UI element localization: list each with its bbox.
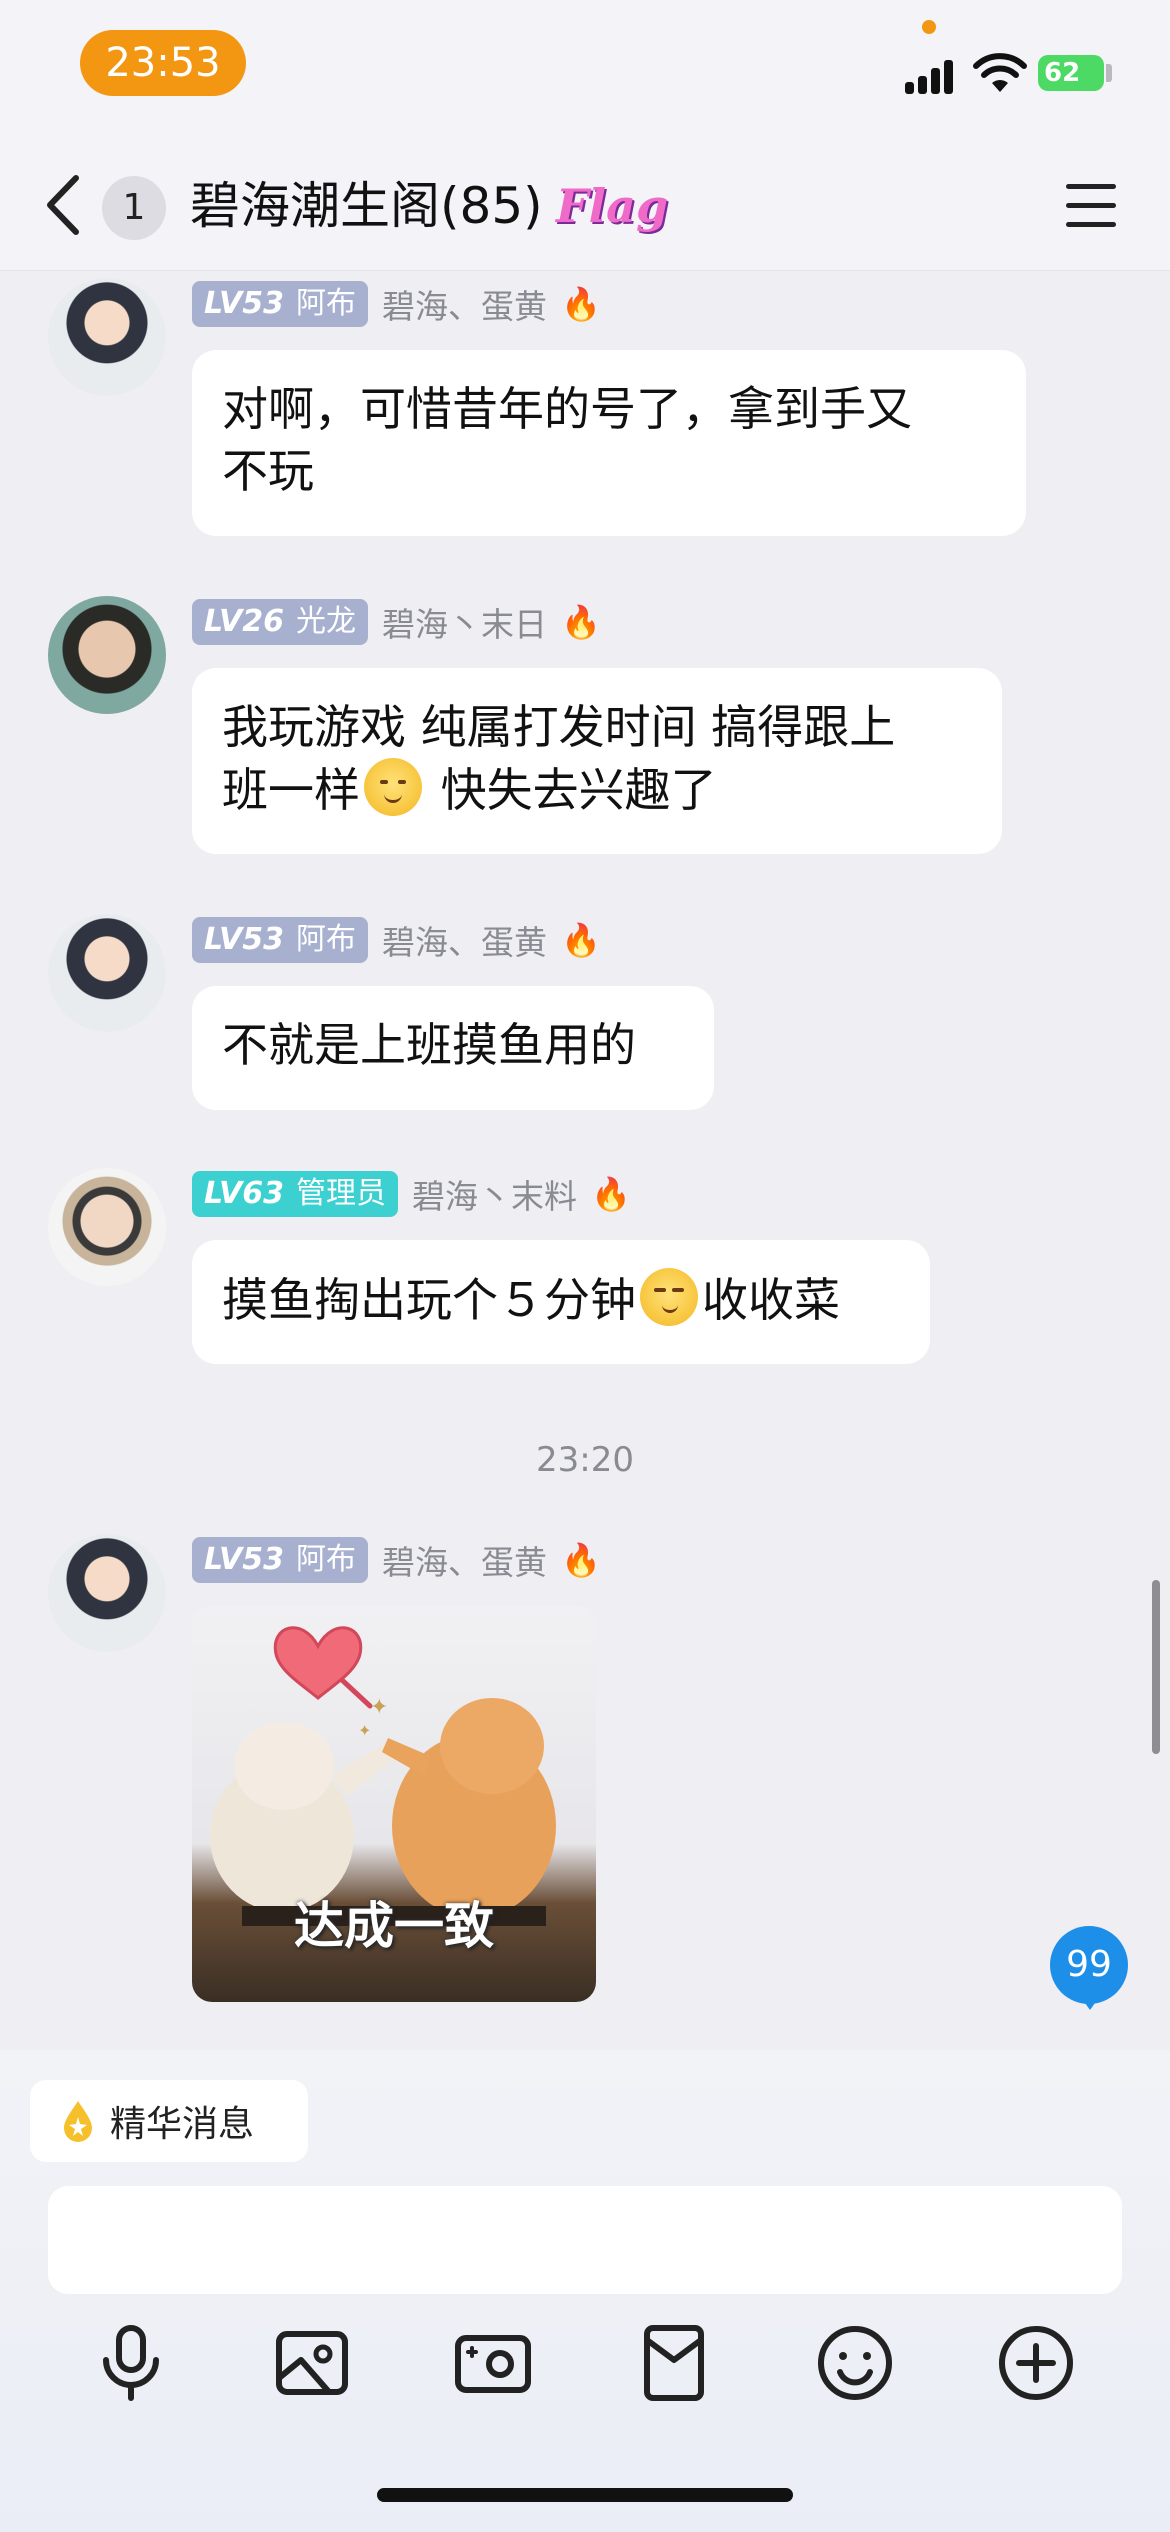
unread-messages-badge[interactable]: 99	[1050, 1926, 1128, 2004]
level-badge: LV63 管理员	[192, 1171, 398, 1217]
essence-messages-button[interactable]: 精华消息	[30, 2080, 308, 2162]
message-text-segment: 班一样	[222, 763, 360, 817]
message-bubble[interactable]: 我玩游戏 纯属打发时间 搞得跟上 班一样 快失去兴趣了	[192, 668, 1002, 854]
message-meta: LV53 阿布 碧海、蛋黄 🔥	[192, 916, 601, 964]
time-separator: 23:20	[536, 1440, 634, 1480]
message-text-segment: 快失去兴趣了	[426, 763, 717, 817]
avatar[interactable]	[48, 914, 166, 1032]
svg-text:✦: ✦	[358, 1721, 371, 1740]
svg-text:✦: ✦	[370, 1695, 388, 1720]
sender-nickname[interactable]: 碧海丶末日	[382, 598, 547, 646]
level-text: LV53	[204, 1542, 284, 1577]
message-bubble[interactable]: 不就是上班摸鱼用的	[192, 986, 714, 1110]
flag-badge: Flag	[556, 179, 669, 233]
level-text: LV63	[204, 1176, 284, 1211]
level-badge: LV53 阿布	[192, 1537, 368, 1583]
member-title: 阿布	[295, 286, 356, 321]
message-bubble[interactable]: 摸鱼掏出玩个５分钟 收收菜	[192, 1240, 930, 1364]
member-title: 阿布	[295, 922, 356, 957]
sender-nickname[interactable]: 碧海丶末料	[412, 1170, 577, 1218]
sender-nickname[interactable]: 碧海、蛋黄	[382, 916, 547, 964]
message-text-line: 不就是上班摸鱼用的	[222, 1018, 636, 1072]
fire-icon: 🔥	[560, 285, 601, 323]
sender-nickname[interactable]: 碧海、蛋黄	[382, 280, 547, 328]
input-toolbar	[0, 2320, 1170, 2430]
fire-icon: 🔥	[560, 603, 601, 641]
camera-icon[interactable]	[450, 2320, 536, 2406]
menu-icon[interactable]	[1066, 184, 1116, 228]
home-indicator[interactable]	[377, 2488, 793, 2502]
message-text-segment: 摸鱼掏出玩个５分钟	[222, 1273, 636, 1327]
message-meta: LV63 管理员 碧海丶末料 🔥	[192, 1170, 631, 1218]
status-bar: 23:53 62	[0, 0, 1170, 140]
cat-sticker-image[interactable]: ✦ ✦ 达成一致	[192, 1606, 596, 2002]
scrollbar[interactable]	[1152, 1580, 1160, 1754]
battery-level: 62	[1038, 55, 1104, 91]
message-meta: LV53 阿布 碧海、蛋黄 🔥	[192, 1536, 601, 1584]
wifi-icon	[973, 53, 1027, 92]
essence-drop-icon	[64, 2101, 92, 2142]
message-meta: LV26 光龙 碧海丶末日 🔥	[192, 598, 601, 646]
member-title: 管理员	[295, 1176, 386, 1211]
plus-icon[interactable]	[993, 2320, 1079, 2406]
level-badge: LV53 阿布	[192, 917, 368, 963]
unread-count-badge[interactable]: 1	[102, 176, 166, 240]
message-text-line: 对啊，可惜昔年的号了，拿到手又	[222, 382, 912, 436]
emoji-icon[interactable]	[812, 2320, 898, 2406]
essence-label: 精华消息	[110, 2104, 255, 2145]
fire-icon: 🔥	[560, 921, 601, 959]
avatar[interactable]	[48, 1168, 166, 1286]
avatar[interactable]	[48, 1534, 166, 1652]
sender-nickname[interactable]: 碧海、蛋黄	[382, 1536, 547, 1584]
message-text-line: 我玩游戏 纯属打发时间 搞得跟上	[222, 700, 896, 754]
group-title[interactable]: 碧海潮生阁(85)	[190, 174, 543, 238]
member-title: 光龙	[295, 604, 356, 639]
avatar[interactable]	[48, 596, 166, 714]
level-badge: LV53 阿布	[192, 281, 368, 327]
relieved-face-emoji-icon	[364, 758, 422, 816]
input-panel: 精华消息	[0, 2050, 1170, 2532]
fire-icon: 🔥	[560, 1541, 601, 1579]
message-text-line: 摸鱼掏出玩个５分钟 收收菜	[222, 1268, 900, 1331]
level-text: LV26	[204, 604, 284, 639]
privacy-indicator-dot	[922, 20, 936, 34]
microphone-icon[interactable]	[88, 2320, 174, 2406]
message-input[interactable]	[48, 2186, 1122, 2294]
smirk-face-emoji-icon	[640, 1268, 698, 1326]
message-meta: LV53 阿布 碧海、蛋黄 🔥	[192, 280, 601, 328]
battery-tip	[1106, 64, 1112, 82]
status-time: 23:53	[80, 30, 246, 96]
message-bubble[interactable]: 对啊，可惜昔年的号了，拿到手又 不玩	[192, 350, 1026, 536]
level-text: LV53	[204, 922, 284, 957]
red-packet-icon[interactable]	[631, 2320, 717, 2406]
message-text-segment: 收收菜	[702, 1273, 840, 1327]
message-text-line: 不玩	[222, 444, 314, 498]
unread-badge-tail	[1080, 1996, 1100, 2010]
back-arrow-icon[interactable]	[40, 170, 90, 240]
level-text: LV53	[204, 286, 284, 321]
level-badge: LV26 光龙	[192, 599, 368, 645]
chat-header: 1 碧海潮生阁(85) Flag	[0, 140, 1170, 271]
avatar[interactable]	[48, 278, 166, 396]
image-icon[interactable]	[269, 2320, 355, 2406]
fire-icon: 🔥	[590, 1175, 631, 1213]
message-text-line: 班一样 快失去兴趣了	[222, 758, 972, 821]
cellular-signal-icon	[905, 58, 955, 94]
member-title: 阿布	[295, 1542, 356, 1577]
sticker-caption: 达成一致	[294, 1897, 494, 1955]
